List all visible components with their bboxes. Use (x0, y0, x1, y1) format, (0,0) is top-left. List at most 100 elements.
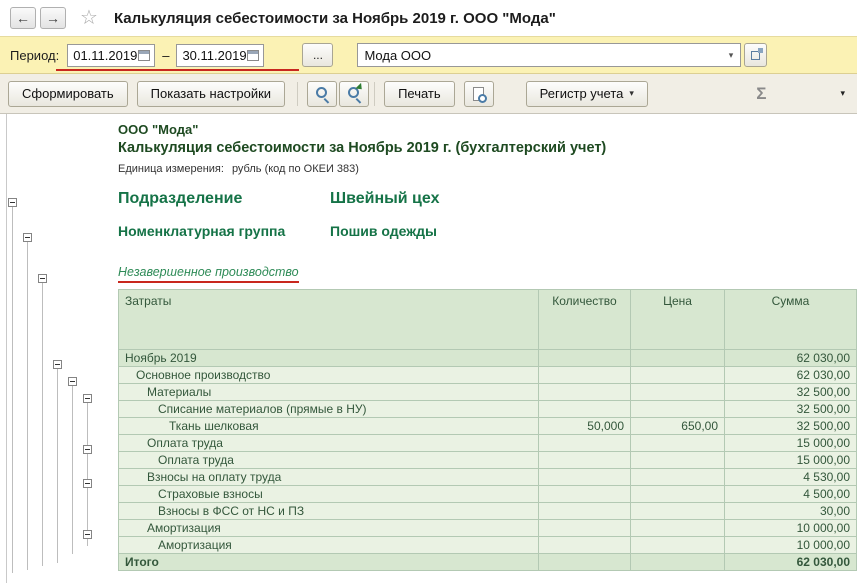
tree-collapse-button[interactable] (68, 377, 77, 386)
cell-price[interactable] (631, 367, 725, 384)
table-row: Ноябрь 2019 62 030,00 (119, 350, 857, 367)
calendar-icon[interactable] (138, 50, 150, 61)
cell-qty[interactable] (539, 503, 631, 520)
cell-price[interactable] (631, 520, 725, 537)
report-title: Калькуляция себестоимости за Ноябрь 2019… (118, 140, 857, 156)
table-row: Ткань шелковая50,000650,0032 500,00 (119, 418, 857, 435)
back-button[interactable]: ← (10, 7, 36, 29)
cell-sum[interactable]: 10 000,00 (725, 520, 857, 537)
cell-label[interactable]: Взносы в ФСС от НС и ПЗ (119, 503, 539, 520)
cell-price[interactable] (631, 469, 725, 486)
cell-label[interactable]: Итого (119, 554, 539, 571)
toolbar-overflow-button[interactable]: ▾ (838, 86, 847, 101)
dropdown-caret-icon[interactable]: ▾ (721, 44, 740, 66)
cell-price[interactable] (631, 486, 725, 503)
show-settings-button[interactable]: Показать настройки (137, 81, 285, 107)
cell-sum[interactable]: 15 000,00 (725, 435, 857, 452)
cell-label[interactable]: Оплата труда (119, 435, 539, 452)
cell-sum[interactable]: 4 500,00 (725, 486, 857, 503)
tree-collapse-button[interactable] (53, 360, 62, 369)
cell-label[interactable]: Материалы (119, 384, 539, 401)
cell-sum[interactable]: 15 000,00 (725, 452, 857, 469)
print-button[interactable]: Печать (384, 81, 455, 107)
cell-price[interactable]: 650,00 (631, 418, 725, 435)
cell-qty[interactable] (539, 554, 631, 571)
column-header-quantity[interactable]: Количество (539, 290, 631, 350)
cell-price[interactable] (631, 503, 725, 520)
cell-sum[interactable]: 62 030,00 (725, 367, 857, 384)
cell-price[interactable] (631, 401, 725, 418)
report-table: Затраты Количество Цена Сумма Ноябрь 201… (118, 289, 857, 571)
cell-qty[interactable] (539, 520, 631, 537)
forward-button[interactable]: → (40, 7, 66, 29)
cell-sum[interactable]: 62 030,00 (725, 350, 857, 367)
cell-label[interactable]: Оплата труда (119, 452, 539, 469)
report-toolbar: Сформировать Показать настройки Печать Р… (0, 74, 857, 114)
cell-price[interactable] (631, 384, 725, 401)
calendar-icon[interactable] (247, 50, 259, 61)
print-preview-button[interactable] (464, 81, 494, 107)
favorite-star-icon[interactable]: ☆ (80, 8, 98, 28)
cell-price[interactable] (631, 350, 725, 367)
cell-qty[interactable] (539, 384, 631, 401)
column-header-sum[interactable]: Сумма (725, 290, 857, 350)
cell-qty[interactable] (539, 537, 631, 554)
cell-sum[interactable]: 10 000,00 (725, 537, 857, 554)
cell-label[interactable]: Амортизация (119, 537, 539, 554)
cell-label[interactable]: Ноябрь 2019 (119, 350, 539, 367)
cell-qty[interactable] (539, 452, 631, 469)
cell-label[interactable]: Списание материалов (прямые в НУ) (119, 401, 539, 418)
tree-collapse-button[interactable] (8, 198, 17, 207)
report-content: ООО "Мода" Калькуляция себестоимости за … (118, 114, 857, 571)
period-to-input[interactable]: 30.11.2019 (176, 44, 264, 67)
tree-collapse-button[interactable] (83, 479, 92, 488)
report-area: ООО "Мода" Калькуляция себестоимости за … (0, 114, 857, 583)
register-menu-button[interactable]: Регистр учета ▾ (526, 81, 648, 107)
cell-label[interactable]: Ткань шелковая (119, 418, 539, 435)
table-row: Основное производство 62 030,00 (119, 367, 857, 384)
cell-sum[interactable]: 4 530,00 (725, 469, 857, 486)
cell-label[interactable]: Основное производство (119, 367, 539, 384)
cell-sum[interactable]: 32 500,00 (725, 384, 857, 401)
cell-qty[interactable] (539, 350, 631, 367)
tree-collapse-button[interactable] (83, 445, 92, 454)
period-from-input[interactable]: 01.11.2019 (67, 44, 155, 67)
cell-label[interactable]: Амортизация (119, 520, 539, 537)
section-title: Незавершенное производство (118, 265, 299, 283)
generate-button[interactable]: Сформировать (8, 81, 128, 107)
cell-sum[interactable]: 30,00 (725, 503, 857, 520)
cell-qty[interactable] (539, 401, 631, 418)
cell-price[interactable] (631, 554, 725, 571)
annotation-total-underline: 62 030,00 (797, 555, 850, 571)
search-next-button[interactable] (339, 81, 369, 107)
cell-sum[interactable]: 32 500,00 (725, 418, 857, 435)
cell-sum[interactable]: 62 030,00 (725, 554, 857, 571)
cell-qty[interactable] (539, 435, 631, 452)
cell-sum[interactable]: 32 500,00 (725, 401, 857, 418)
cell-qty[interactable] (539, 469, 631, 486)
cell-qty[interactable]: 50,000 (539, 418, 631, 435)
column-header-costs[interactable]: Затраты (119, 290, 539, 350)
search-button[interactable] (307, 81, 337, 107)
tree-collapse-button[interactable] (23, 233, 32, 242)
cell-qty[interactable] (539, 486, 631, 503)
filter-panel: Период: 01.11.2019 – 30.11.2019 ... Мода… (0, 36, 857, 74)
tree-collapse-button[interactable] (83, 394, 92, 403)
period-more-button[interactable]: ... (302, 43, 333, 67)
tree-line (57, 369, 58, 563)
cell-price[interactable] (631, 435, 725, 452)
tree-collapse-button[interactable] (83, 530, 92, 539)
cell-price[interactable] (631, 537, 725, 554)
open-organization-button[interactable] (744, 43, 767, 67)
tree-collapse-button[interactable] (38, 274, 47, 283)
table-row: Амортизация 10 000,00 (119, 520, 857, 537)
cell-price[interactable] (631, 452, 725, 469)
cell-label[interactable]: Страховые взносы (119, 486, 539, 503)
cell-label[interactable]: Взносы на оплату труда (119, 469, 539, 486)
cell-qty[interactable] (539, 367, 631, 384)
tree-line (87, 403, 88, 546)
column-header-price[interactable]: Цена (631, 290, 725, 350)
organization-select[interactable]: Мода ООО ▾ (357, 43, 741, 67)
unit-value: рубль (код по ОКЕИ 383) (232, 163, 359, 175)
tree-line (72, 386, 73, 554)
